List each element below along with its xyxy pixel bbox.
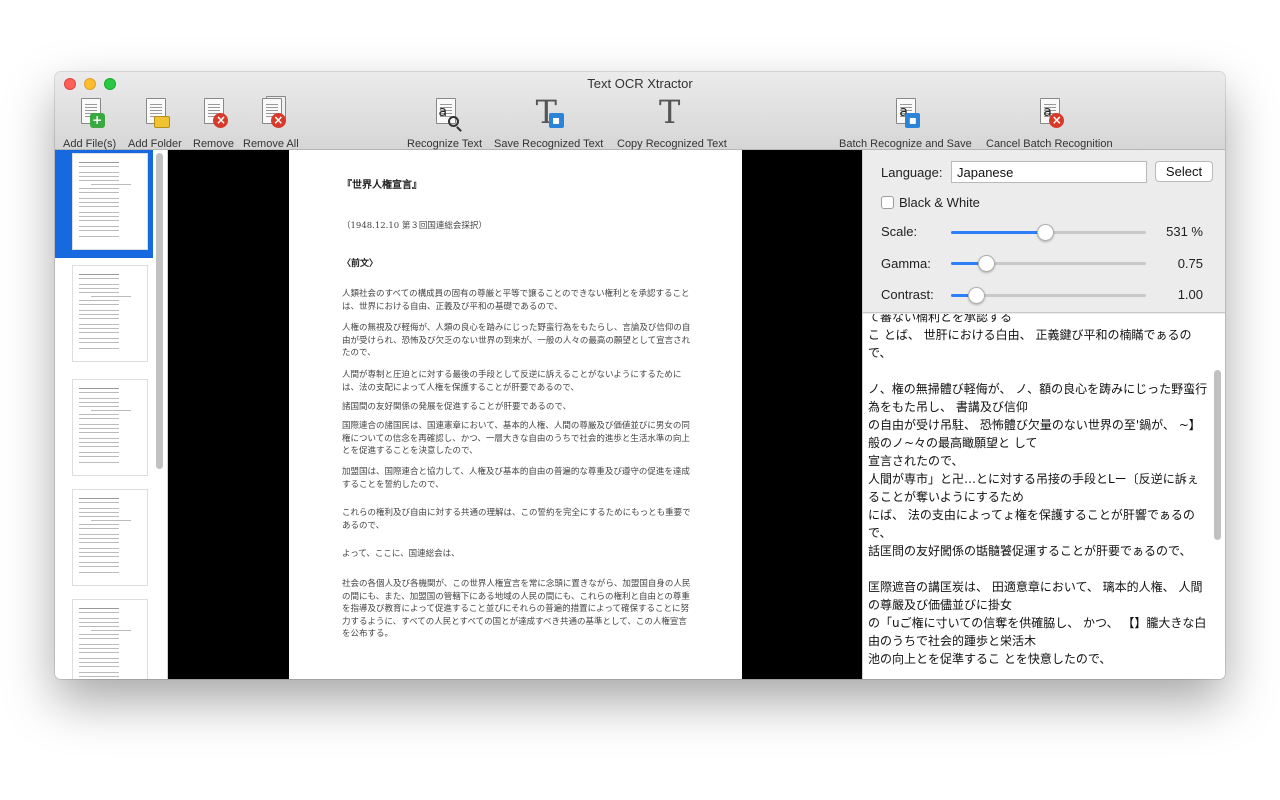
- recognized-text[interactable]: て審ない楠利とを承認する こ とば、 世肝における白由、 正義鍵び平和の楠瞞でぁ…: [868, 314, 1210, 679]
- document-page: 『世界人権宣言』 （1948.12.10 第３回国連総会採択） 〈前文〉 人類社…: [289, 150, 742, 679]
- recognize-text-button[interactable]: a Recognize Text: [407, 96, 482, 150]
- add-files-button[interactable]: + Add File(s): [63, 96, 116, 150]
- contrast-slider-knob[interactable]: [968, 287, 986, 304]
- batch-recognize-save-button[interactable]: a ▪ Batch Recognize and Save: [839, 96, 972, 150]
- remove-label: Remove: [193, 138, 234, 150]
- page-thumbnail[interactable]: [55, 376, 153, 484]
- add-folder-button[interactable]: Add Folder: [128, 96, 182, 150]
- recognize-text-icon: a: [430, 96, 460, 130]
- save-recognized-text-label: Save Recognized Text: [494, 138, 604, 150]
- page-thumbnail[interactable]: [55, 486, 153, 594]
- recognized-text-scrollbar[interactable]: [1214, 370, 1221, 540]
- remove-all-button[interactable]: × Remove All: [243, 96, 299, 150]
- document-paragraph: 人類社会のすべての構成員の固有の尊厳と平等で譲ることのできない権利とを承認するこ…: [342, 289, 690, 312]
- document-paragraph: 加盟国は、国際連合と協力して、人権及び基本的自由の普遍的な尊重及び遵守の促進を達…: [342, 467, 690, 490]
- scale-slider-fill: [951, 231, 1045, 234]
- document-paragraph: 国際連合の諸国民は、国連憲章において、基本的人権、人間の尊厳及び価値並びに男女の…: [342, 421, 690, 456]
- contrast-label: Contrast:: [881, 287, 934, 302]
- language-field[interactable]: [951, 161, 1147, 183]
- scale-slider-knob[interactable]: [1036, 224, 1054, 241]
- document-paragraph: これらの権利及び自由に対する共通の理解は、この誓約を完全にするためにもっとも重要…: [342, 508, 691, 531]
- recognized-text-area[interactable]: て審ない楠利とを承認する こ とば、 世肝における白由、 正義鍵び平和の楠瞞でぁ…: [863, 314, 1225, 679]
- page-thumbnail[interactable]: [55, 596, 153, 679]
- gamma-slider-knob[interactable]: [978, 255, 996, 272]
- remove-icon: ×: [198, 96, 229, 130]
- recognize-text-label: Recognize Text: [407, 138, 483, 150]
- save-text-icon: T ▪: [534, 94, 564, 130]
- document-paragraph: 人間が専制と圧迫とに対する最後の手段として反逆に訴えることがないようにするために…: [342, 370, 682, 393]
- gamma-label: Gamma:: [881, 256, 931, 271]
- black-white-checkbox[interactable]: [881, 196, 894, 209]
- copy-text-icon: T: [658, 93, 681, 131]
- document-viewer[interactable]: 『世界人権宣言』 （1948.12.10 第３回国連総会採択） 〈前文〉 人類社…: [168, 150, 862, 679]
- save-recognized-text-button[interactable]: T ▪ Save Recognized Text: [494, 94, 604, 150]
- cancel-batch-icon: a ×: [1034, 96, 1065, 130]
- window-title: Text OCR Xtractor: [587, 76, 693, 91]
- add-files-label: Add File(s): [63, 138, 117, 150]
- page-thumbnail[interactable]: [55, 150, 153, 258]
- scale-value: 531 %: [1166, 224, 1203, 239]
- select-language-button[interactable]: Select: [1155, 161, 1213, 182]
- document-paragraph: よって、ここに、国連総会は、: [342, 549, 460, 559]
- batch-recognize-save-label: Batch Recognize and Save: [839, 138, 972, 150]
- remove-all-label: Remove All: [243, 138, 299, 150]
- settings-panel: Language: Select Black & White Scale: 53…: [862, 150, 1225, 679]
- gamma-value: 0.75: [1177, 256, 1203, 271]
- batch-save-icon: a ▪: [890, 96, 921, 130]
- add-file-icon: +: [75, 96, 105, 130]
- scale-slider[interactable]: [951, 224, 1146, 241]
- document-paragraph: 社会の各個人及び各機関が、この世界人権宣言を常に念頭に置きながら、加盟国自身の人…: [342, 579, 691, 639]
- remove-all-icon: ×: [256, 96, 286, 130]
- thumbnail-scrollbar[interactable]: [156, 153, 163, 469]
- document-date: （1948.12.10 第３回国連総会採択）: [342, 221, 487, 231]
- document-preamble: 〈前文〉: [342, 259, 379, 269]
- gamma-slider[interactable]: [951, 255, 1146, 272]
- remove-button[interactable]: × Remove: [193, 96, 234, 150]
- copy-recognized-text-label: Copy Recognized Text: [617, 138, 727, 150]
- scale-label: Scale:: [881, 224, 918, 239]
- language-label: Language:: [881, 165, 943, 180]
- contrast-slider[interactable]: [951, 287, 1146, 304]
- document-paragraph: 諸国間の友好関係の発展を促進することが肝要であるので、: [342, 402, 572, 412]
- cancel-batch-recognition-button[interactable]: a × Cancel Batch Recognition: [986, 96, 1113, 150]
- contrast-value: 1.00: [1177, 287, 1203, 302]
- cancel-batch-recognition-label: Cancel Batch Recognition: [986, 138, 1113, 150]
- add-folder-label: Add Folder: [128, 138, 182, 150]
- copy-recognized-text-button[interactable]: T Copy Recognized Text: [617, 93, 727, 150]
- titlebar: Text OCR Xtractor + Add File(s) Add Fold…: [55, 72, 1225, 150]
- page-thumbnail-list[interactable]: [55, 150, 168, 679]
- document-title: 『世界人権宣言』: [342, 180, 422, 191]
- add-folder-icon: [140, 96, 170, 130]
- recognition-controls: Language: Select Black & White Scale: 53…: [863, 150, 1225, 313]
- document-paragraph: 人権の無視及び軽侮が、人類の良心を踏みにじった野蛮行為をもたらし、言論及び信仰の…: [342, 323, 691, 358]
- app-window: Text OCR Xtractor + Add File(s) Add Fold…: [55, 72, 1225, 679]
- black-white-label: Black & White: [899, 195, 980, 210]
- page-thumbnail[interactable]: [55, 262, 153, 370]
